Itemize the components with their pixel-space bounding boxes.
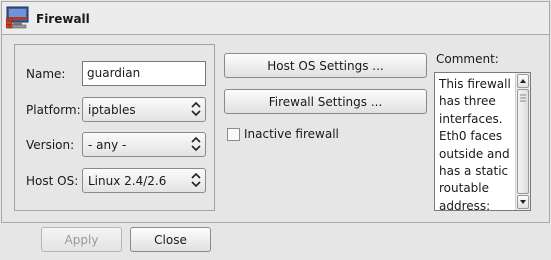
firewall-settings-button[interactable]: Firewall Settings ... [224, 89, 427, 114]
hostos-select[interactable]: Linux 2.4/2.6 [82, 168, 206, 193]
platform-select[interactable]: iptables [82, 97, 206, 122]
platform-label: Platform: [26, 103, 81, 117]
host-os-settings-button[interactable]: Host OS Settings ... [224, 53, 427, 78]
close-button[interactable]: Close [130, 227, 211, 252]
version-value: - any - [88, 138, 127, 152]
name-field[interactable]: guardian [82, 61, 206, 86]
updown-arrows-icon [191, 101, 201, 117]
inactive-firewall-checkbox[interactable] [227, 128, 240, 141]
comment-label: Comment: [436, 52, 499, 66]
comment-text: This firewall has three interfaces. Eth0… [439, 77, 511, 211]
arrow-up-icon [520, 79, 526, 83]
apply-label: Apply [64, 233, 99, 247]
updown-arrows-icon [191, 136, 201, 152]
apply-button[interactable]: Apply [41, 227, 122, 252]
updown-arrows-icon [191, 172, 201, 188]
comment-textarea[interactable]: This firewall has three interfaces. Eth0… [434, 72, 531, 211]
platform-value: iptables [88, 103, 136, 117]
firewall-icon [5, 6, 32, 30]
version-label: Version: [26, 138, 75, 152]
name-label: Name: [26, 67, 66, 81]
hostos-value: Linux 2.4/2.6 [88, 174, 167, 188]
scroll-up-button[interactable] [517, 74, 529, 88]
firewall-settings-label: Firewall Settings ... [268, 95, 383, 109]
grip-icon [520, 94, 526, 102]
editor-header: Firewall [1, 1, 550, 35]
name-value: guardian [87, 66, 141, 80]
scroll-down-button[interactable] [517, 195, 529, 209]
hostos-label: Host OS: [26, 174, 79, 188]
version-select[interactable]: - any - [82, 132, 206, 157]
comment-scrollbar[interactable] [515, 73, 530, 210]
arrow-down-icon [520, 200, 526, 204]
scroll-thumb[interactable] [517, 89, 529, 194]
host-os-settings-label: Host OS Settings ... [267, 59, 384, 73]
close-label: Close [154, 233, 187, 247]
inactive-firewall-label[interactable]: Inactive firewall [244, 127, 339, 141]
editor-title: Firewall [36, 12, 90, 26]
